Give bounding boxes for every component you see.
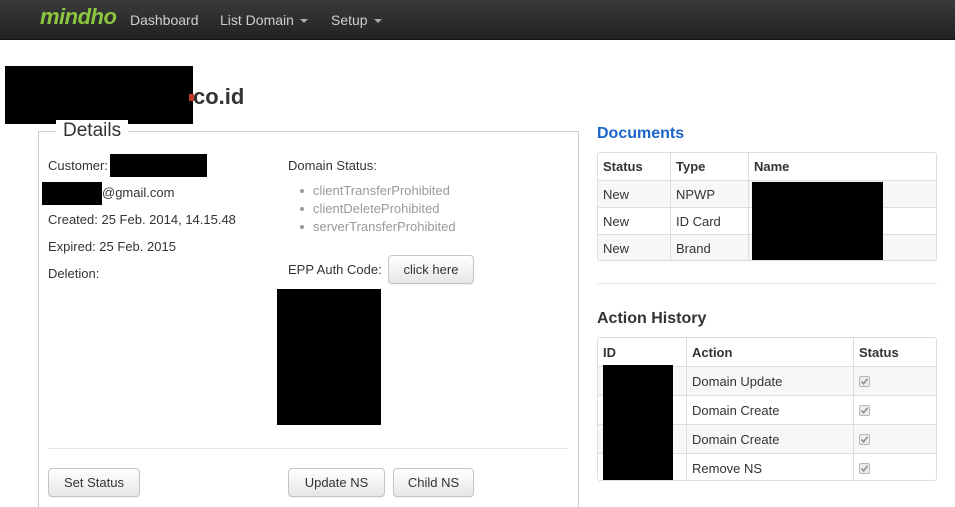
nav-dashboard[interactable]: Dashboard [130, 12, 199, 28]
action-name: Domain Update [686, 367, 853, 395]
nav-dashboard-label: Dashboard [130, 12, 199, 28]
action-name: Remove NS [686, 454, 853, 480]
doc-type: NPWP [670, 181, 748, 207]
doc-type: ID Card [670, 208, 748, 234]
deletion-label: Deletion: [48, 266, 100, 281]
status-checkbox[interactable] [859, 462, 870, 474]
col-header-action: Action [686, 338, 853, 366]
action-status [853, 454, 936, 480]
nav-setup-label: Setup [331, 12, 368, 28]
check-icon [860, 406, 869, 414]
redacted-domain-name [5, 66, 193, 124]
status-checkbox[interactable] [859, 404, 870, 416]
documents-title[interactable]: Documents [597, 125, 684, 143]
caret-down-icon [373, 19, 382, 24]
table-header-row: ID Action Status [598, 338, 936, 366]
redacted-action-ids [603, 365, 673, 480]
action-name: Domain Create [686, 425, 853, 453]
update-ns-button[interactable]: Update NS [288, 468, 385, 497]
domain-status-item: serverTransferProhibited [300, 218, 456, 236]
epp-click-here-button[interactable]: click here [388, 255, 474, 284]
domain-status-item: clientTransferProhibited [300, 182, 456, 200]
details-divider [48, 448, 568, 449]
check-icon [860, 377, 869, 385]
col-header-id: ID [603, 344, 616, 360]
status-checkbox[interactable] [859, 433, 870, 445]
nav-list-domain[interactable]: List Domain [220, 12, 308, 28]
check-icon [860, 435, 869, 443]
domain-status-label: Domain Status: [288, 158, 377, 173]
redacted-document-names [752, 182, 883, 260]
nav-setup[interactable]: Setup [331, 12, 382, 28]
brand-logo[interactable]: mindho [40, 4, 117, 30]
redacted-email-user [42, 182, 102, 205]
table-header-row: Status Type Name [598, 153, 936, 180]
expired-date: Expired: 25 Feb. 2015 [48, 239, 176, 254]
status-checkbox[interactable] [859, 375, 870, 387]
customer-email: @gmail.com [102, 185, 175, 200]
action-status [853, 425, 936, 453]
col-header-name: Name [748, 153, 936, 180]
redacted-customer [110, 154, 207, 177]
action-name: Domain Create [686, 396, 853, 424]
section-divider [597, 283, 937, 284]
col-header-status: Status [603, 159, 643, 174]
domain-status-item: clientDeleteProhibited [300, 200, 456, 218]
created-date: Created: 25 Feb. 2014, 14.15.48 [48, 212, 236, 227]
top-navbar: mindho Dashboard List Domain Setup [0, 0, 955, 40]
check-icon [860, 464, 869, 472]
action-history-title: Action History [597, 310, 707, 327]
action-status [853, 367, 936, 395]
domain-title: co.id [193, 84, 245, 109]
col-header-type: Type [670, 153, 748, 180]
nav-list-domain-label: List Domain [220, 12, 294, 28]
doc-status: New [603, 241, 630, 256]
redacted-auth-code [277, 289, 381, 425]
epp-auth-label: EPP Auth Code: [288, 262, 382, 277]
action-status [853, 396, 936, 424]
doc-type: Brand [670, 235, 748, 260]
customer-label: Customer: [48, 158, 108, 173]
child-ns-button[interactable]: Child NS [393, 468, 474, 497]
doc-status: New [603, 213, 630, 229]
set-status-button[interactable]: Set Status [48, 468, 140, 497]
col-header-status: Status [853, 338, 936, 366]
doc-status: New [603, 186, 630, 202]
details-legend: Details [56, 120, 129, 142]
caret-down-icon [299, 19, 308, 24]
domain-status-list: clientTransferProhibited clientDeletePro… [300, 182, 456, 236]
